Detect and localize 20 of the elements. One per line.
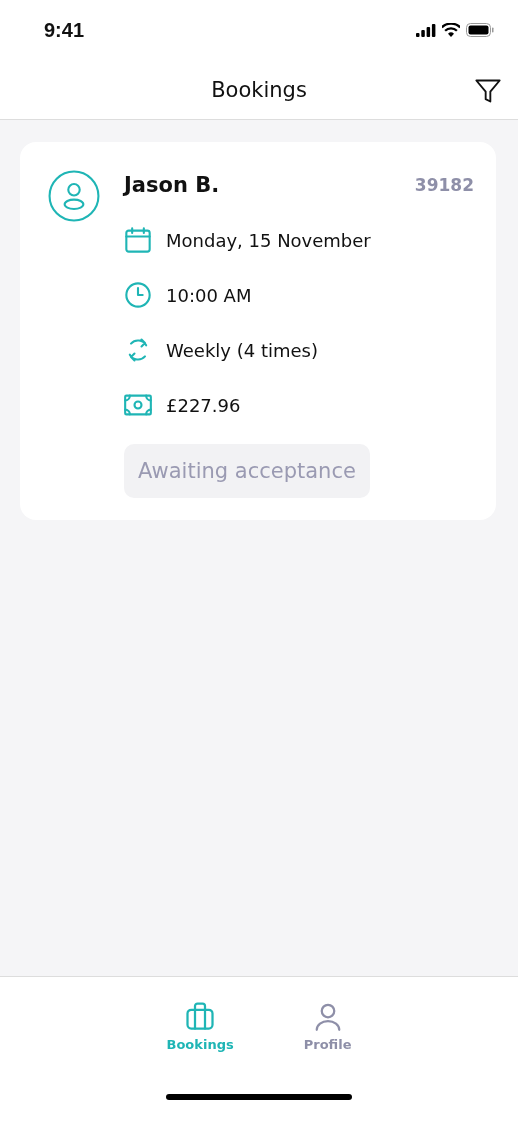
wifi-icon (442, 23, 460, 37)
screen-title: Bookings (211, 77, 307, 102)
booking-detail: Weekly (4 times) (166, 339, 318, 361)
status-badge: Awaiting acceptance (124, 444, 370, 498)
booking-detail: 10:00 AM (166, 284, 252, 306)
status-time: 9:41 (44, 18, 85, 42)
signal-icon (416, 23, 436, 37)
booking-detail: Monday, 15 November (166, 229, 371, 251)
booking-detail: £227.96 (166, 394, 241, 416)
briefcase-icon (185, 1001, 216, 1031)
filter-icon[interactable] (474, 77, 502, 105)
calendar-icon (124, 226, 152, 254)
booking-card[interactable]: Jason B. 39182 Monday, 15 November 10:00 AM Weekly (4 times) £227.96 Awaiting acceptance (20, 142, 496, 520)
battery-icon (466, 23, 494, 37)
clock-icon (124, 281, 152, 309)
tab-bar-item[interactable]: Profile (303, 1001, 352, 1052)
avatar-icon (48, 170, 100, 222)
customer-name: Jason B. (124, 173, 220, 197)
tab-bar-item[interactable]: Bookings (166, 1001, 234, 1052)
booking-reference: 39182 (414, 175, 474, 195)
